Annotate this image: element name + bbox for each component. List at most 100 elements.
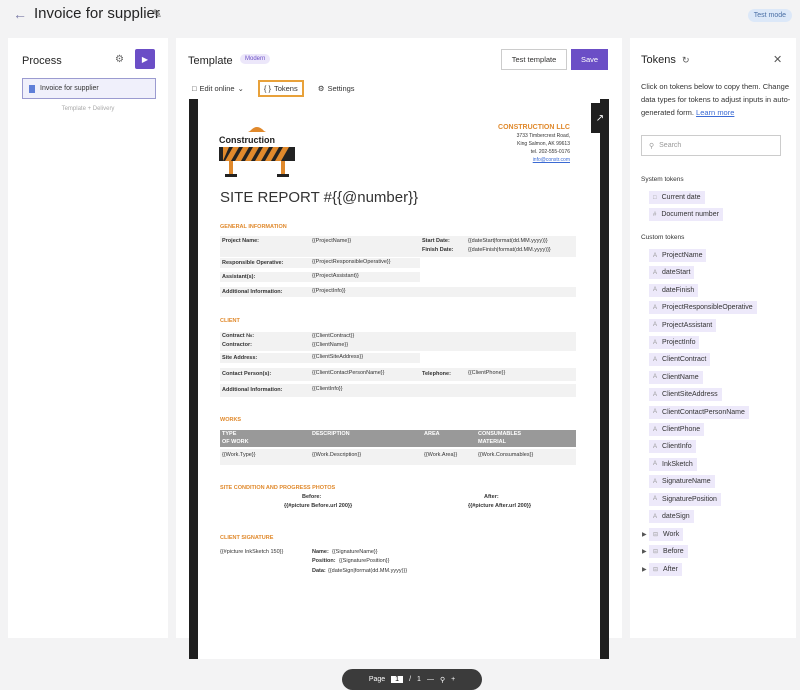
token-label: ClientContract <box>662 356 707 364</box>
popout-icon[interactable]: ↗ <box>591 103 609 133</box>
settings-gear-icon: ⚙ <box>317 84 325 93</box>
custom-token-item[interactable]: A ProjectInfo <box>649 336 700 349</box>
tab-tokens[interactable]: { } Tokens <box>257 80 304 97</box>
client-heading: CLIENT <box>220 318 240 324</box>
label-start-date: Start Date: <box>422 238 450 244</box>
label-signature-name: Name: <box>312 549 329 555</box>
label-contact: Contact Person(s): <box>222 371 272 377</box>
label-contractor: Contractor: <box>222 342 252 348</box>
custom-token-item[interactable]: A ClientContract <box>649 353 711 367</box>
token-label: dateStart <box>662 269 691 277</box>
system-token-item[interactable]: # Document number <box>649 208 723 221</box>
substep-delivery[interactable]: Delivery <box>93 106 115 112</box>
cell-work-area: {{Work.Area}} <box>424 452 458 458</box>
token-label: InkSketch <box>662 460 693 468</box>
text-type-icon: A <box>653 339 658 346</box>
zoom-out-icon[interactable]: — <box>427 676 434 683</box>
edit-title-pencil-icon[interactable]: ✎ <box>152 7 162 21</box>
col-material: MATERIAL <box>478 439 507 445</box>
value-site-address: {{ClientSiteAddress}} <box>312 354 364 360</box>
value-contact: {{ClientContactPersonName}} <box>312 370 385 376</box>
close-icon[interactable]: ✕ <box>773 53 782 66</box>
chevron-down-icon: ⌄ <box>237 84 244 93</box>
collection-icon: ⊟ <box>653 566 659 573</box>
label-after: After: <box>484 494 499 500</box>
collection-token-item[interactable]: ⊟ Work <box>649 528 684 541</box>
col-area: AREA <box>424 431 440 437</box>
test-template-button[interactable]: Test template <box>501 49 567 70</box>
company-tel: tel. 202-555-0176 <box>530 149 570 155</box>
zoom-in-icon[interactable]: + <box>451 676 455 683</box>
text-type-icon: A <box>653 443 658 450</box>
token-label: ClientSiteAddress <box>662 391 718 399</box>
text-type-icon: A <box>653 322 658 329</box>
label-telephone: Telephone: <box>422 371 451 377</box>
label-project-name: Project Name: <box>222 238 259 244</box>
custom-token-item[interactable]: A ClientContactPersonName <box>649 405 749 419</box>
label-before: Before: <box>302 494 322 500</box>
token-label: ClientName <box>662 373 699 381</box>
tab-edit-online[interactable]: □ Edit online ⌄ <box>188 82 248 95</box>
tab-settings[interactable]: ⚙ Settings <box>314 82 359 95</box>
custom-token-item[interactable]: AdateStart <box>649 266 695 280</box>
token-label: ClientInfo <box>662 443 692 451</box>
collection-token-item[interactable]: ⊟ Before <box>649 545 688 559</box>
substep-template[interactable]: Template <box>62 106 86 112</box>
custom-token-item[interactable]: A ProjectAssistant <box>649 318 717 332</box>
collection-token-item[interactable]: ⊟ After <box>649 562 682 576</box>
custom-token-item[interactable]: A ClientInfo <box>649 440 696 454</box>
learn-more-link[interactable]: Learn more <box>696 108 734 117</box>
custom-token-item[interactable]: A SignaturePosition <box>649 492 721 506</box>
custom-token-item[interactable]: AdateFinish <box>649 283 699 297</box>
token-label: dateFinish <box>662 286 695 294</box>
custom-token-item[interactable]: A InkSketch <box>649 457 697 471</box>
template-toolbar: □ Edit online ⌄ { } Tokens ⚙ Settings <box>188 80 359 97</box>
expand-chevron-icon[interactable]: ▶ <box>642 566 647 573</box>
template-panel: Template Modern Test template Save □ Edit… <box>176 38 622 690</box>
custom-token-item[interactable]: AdateSign <box>649 510 694 523</box>
value-project-name: {{ProjectName}} <box>312 238 352 244</box>
company-email[interactable]: info@constr.com <box>498 156 570 164</box>
expand-chevron-icon[interactable]: ▶ <box>642 548 647 555</box>
text-type-icon: A <box>653 356 658 363</box>
value-assistant: {{ProjectAssistant}} <box>312 273 359 279</box>
value-signature-date: {{dateSign|format(dd.MM.yyyy)}} <box>328 568 408 574</box>
refresh-icon[interactable]: ↻ <box>682 55 690 66</box>
works-table-row: {{Work.Type}} {{Work.Description}} {{Wor… <box>220 449 576 465</box>
custom-token-item[interactable]: A ProjectName <box>649 249 707 262</box>
back-arrow-icon[interactable]: ← <box>13 6 27 22</box>
zoom-icon[interactable]: ⚲ <box>440 676 445 684</box>
token-label: SignaturePosition <box>662 495 717 503</box>
expand-chevron-icon[interactable]: ▶ <box>642 531 647 538</box>
calendar-icon: □ <box>653 194 657 201</box>
token-label: SignatureName <box>662 478 711 486</box>
hash-icon: # <box>653 211 657 218</box>
document-viewer[interactable]: Construction CONSTRUCTION LLC 3733 Timbe… <box>189 99 609 690</box>
text-type-icon: A <box>653 287 658 294</box>
text-type-icon: A <box>653 391 658 398</box>
page-number-input[interactable]: 1 <box>391 676 404 683</box>
text-type-icon: A <box>653 513 658 520</box>
label-finish-date: Finish Date: <box>422 247 454 253</box>
client-row-contact: Contact Person(s): {{ClientContactPerson… <box>220 368 576 381</box>
token-search-input[interactable]: ⚲ Search <box>641 135 781 156</box>
general-row-info: Additional Information: {{ProjectInfo}} <box>220 287 576 297</box>
process-settings-gear-icon[interactable]: ⚙ <box>115 54 124 65</box>
custom-token-item[interactable]: A ClientPhone <box>649 423 705 436</box>
process-panel: Process ⚙ ▶ Invoice for supplier Templat… <box>8 38 168 638</box>
custom-token-item[interactable]: A ClientName <box>649 370 703 384</box>
token-label: Before <box>663 548 684 556</box>
save-button[interactable]: Save <box>571 49 608 70</box>
client-row-site: Site Address: {{ClientSiteAddress}} <box>220 353 420 363</box>
process-step-item[interactable]: Invoice for supplier <box>22 78 156 99</box>
braces-icon: { } <box>263 84 271 93</box>
custom-token-item[interactable]: A ClientSiteAddress <box>649 388 722 402</box>
value-signature-position: {{SignaturePosition}} <box>339 558 390 564</box>
process-step-label: Invoice for supplier <box>40 85 99 92</box>
system-token-item[interactable]: □ Current date <box>649 191 705 204</box>
custom-token-item[interactable]: A ProjectResponsibleOperative <box>649 301 757 315</box>
custom-token-item[interactable]: A SignatureName <box>649 475 715 489</box>
photos-heading: SITE CONDITION AND PROGRESS PHOTOS <box>220 485 336 491</box>
run-process-button[interactable]: ▶ <box>135 49 155 69</box>
tokens-description: Click on tokens below to copy them. Chan… <box>641 80 791 119</box>
